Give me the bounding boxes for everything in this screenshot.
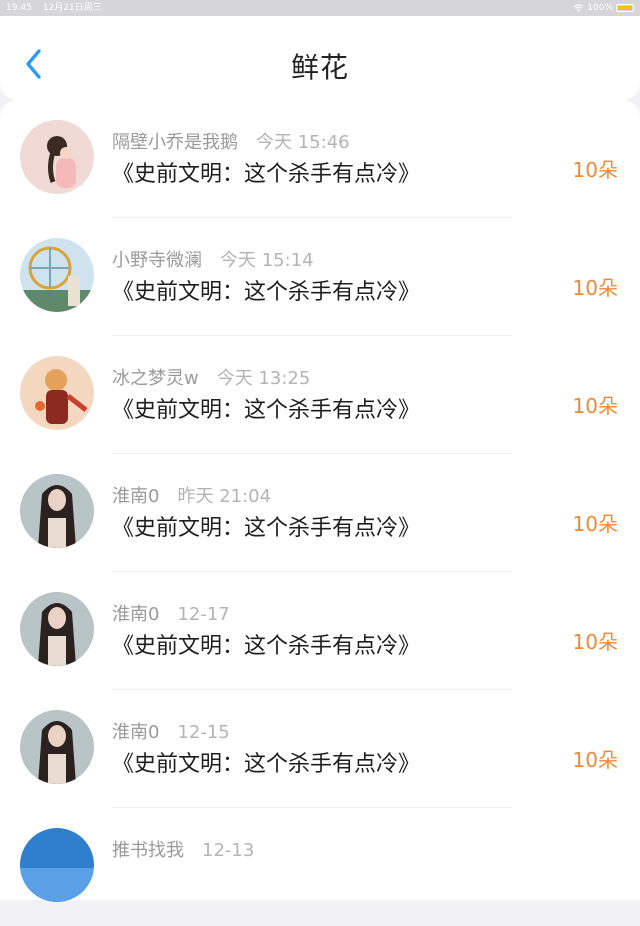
battery-icon bbox=[616, 4, 634, 12]
flower-count: 10朵 bbox=[572, 394, 618, 418]
avatar[interactable] bbox=[20, 356, 94, 430]
list-item[interactable]: 淮南0 12-17 《史前文明：这个杀手有点冷》 10朵 bbox=[0, 572, 640, 690]
avatar[interactable] bbox=[20, 828, 94, 902]
book-title: 《史前文明：这个杀手有点冷》 bbox=[112, 752, 421, 777]
avatar[interactable] bbox=[20, 120, 94, 194]
flower-count: 10朵 bbox=[572, 512, 618, 536]
book-title: 《史前文明：这个杀手有点冷》 bbox=[112, 516, 421, 541]
user-name: 淮南0 bbox=[112, 486, 160, 507]
avatar[interactable] bbox=[20, 592, 94, 666]
timestamp: 12-13 bbox=[202, 840, 255, 861]
book-title: 《史前文明：这个杀手有点冷》 bbox=[112, 634, 421, 659]
timestamp: 昨天 21:04 bbox=[177, 486, 272, 507]
flower-count: 10朵 bbox=[572, 276, 618, 300]
user-name: 淮南0 bbox=[112, 722, 160, 743]
timestamp: 今天 15:14 bbox=[220, 250, 314, 271]
wifi-icon bbox=[573, 4, 584, 12]
avatar[interactable] bbox=[20, 710, 94, 784]
book-title: 《史前文明：这个杀手有点冷》 bbox=[112, 398, 421, 423]
user-name: 小野寺微澜 bbox=[112, 250, 202, 271]
book-title: 《史前文明：这个杀手有点冷》 bbox=[112, 280, 421, 305]
flower-list: 隔壁小乔是我鹅 今天 15:46 《史前文明：这个杀手有点冷》 10朵 小野寺微澜… bbox=[0, 100, 640, 902]
avatar[interactable] bbox=[20, 474, 94, 548]
user-name: 推书找我 bbox=[112, 840, 184, 861]
book-title: 《史前文明：这个杀手有点冷》 bbox=[112, 162, 421, 187]
status-bar: 19:45 12月21日周三 100% bbox=[0, 0, 640, 16]
user-name: 淮南0 bbox=[112, 604, 160, 625]
list-item[interactable]: 淮南0 昨天 21:04 《史前文明：这个杀手有点冷》 10朵 bbox=[0, 454, 640, 572]
user-name: 冰之梦灵w bbox=[112, 368, 199, 389]
timestamp: 今天 13:25 bbox=[216, 368, 311, 389]
nav-bar: 鲜花 bbox=[0, 16, 640, 100]
timestamp: 12-17 bbox=[177, 604, 230, 625]
flower-count: 10朵 bbox=[572, 630, 618, 654]
timestamp: 今天 15:46 bbox=[256, 132, 350, 153]
list-item[interactable]: 小野寺微澜 今天 15:14 《史前文明：这个杀手有点冷》 10朵 bbox=[0, 218, 640, 336]
status-date: 12月21日周三 bbox=[42, 3, 102, 13]
flower-count: 10朵 bbox=[572, 748, 618, 772]
list-item[interactable]: 推书找我 12-13 bbox=[0, 808, 640, 926]
list-item[interactable]: 冰之梦灵w 今天 13:25 《史前文明：这个杀手有点冷》 10朵 bbox=[0, 336, 640, 454]
flower-count: 10朵 bbox=[572, 158, 618, 182]
avatar[interactable] bbox=[20, 238, 94, 312]
list-item[interactable]: 淮南0 12-15 《史前文明：这个杀手有点冷》 10朵 bbox=[0, 690, 640, 808]
list-item[interactable]: 隔壁小乔是我鹅 今天 15:46 《史前文明：这个杀手有点冷》 10朵 bbox=[0, 100, 640, 218]
battery-percent: 100% bbox=[587, 3, 613, 13]
user-name: 隔壁小乔是我鹅 bbox=[112, 132, 238, 153]
timestamp: 12-15 bbox=[177, 722, 230, 743]
status-time: 19:45 bbox=[6, 3, 32, 13]
page-title: 鲜花 bbox=[290, 51, 349, 84]
